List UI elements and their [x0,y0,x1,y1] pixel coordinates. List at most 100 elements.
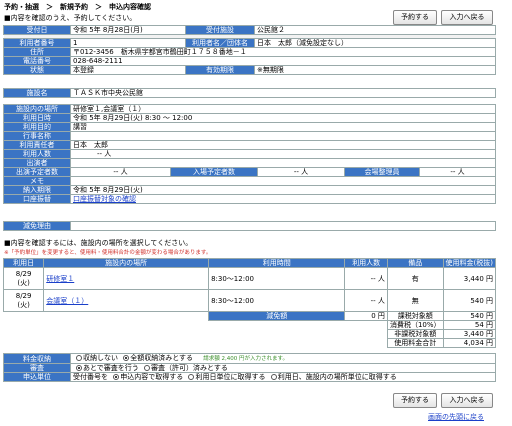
fee-row-people: -- 人 [344,267,388,290]
fee-header-date: 利用日 [2,258,45,268]
user-name-label: 利用者名／団体名 [185,38,255,48]
back-to-input-button-top[interactable]: 入力へ戻る [441,10,493,25]
payment-note: 請求額 2,400 円が入力されます。 [203,356,288,362]
unit-opt3-label: 利用日、施設内の場所単位に取得する [277,373,397,381]
applicant-summary-table: 受付日 令和 5年 8月28日(月) 受付施設 公民館２ 利用者番号 1 利用者… [3,25,496,75]
fee-row-date: 8/29 [15,291,32,300]
tax-value: 54 円 [442,320,497,330]
fee-row-people: -- 人 [344,289,388,312]
phone-label: 電話番号 [3,56,71,66]
fee-row-place-cell: 研修室１ [43,267,210,290]
account-cell: 口座振替対象の確認 [70,194,496,204]
memo-value [70,176,496,186]
fee-header-people: 利用人数 [344,258,388,268]
expiry-value: ※無期限 [254,65,496,75]
unit-opt1-label: 申込内容で取得する [120,373,184,381]
nontax-label: 非課税対象額 [386,329,444,339]
fee-row-dow: (火) [17,278,30,287]
total-value: 4,034 円 [442,338,497,348]
review-label: 審査 [3,363,71,373]
manager-label: 利用責任者 [3,140,71,150]
reserve-button-bottom[interactable]: 予約する [393,393,437,408]
fee-blank [4,321,388,330]
reduction-amount-value: 0 円 [344,311,388,321]
notes-line-1: ■内容を確認するには、施設内の場所を選択してください。 [4,239,193,247]
user-no-label: 利用者番号 [3,38,71,48]
fee-row-place-link[interactable]: 会議室（１） [46,297,88,305]
instruction-text: ■内容を確認のうえ、予約してください。 [4,14,137,22]
staff-label: 会場整理員 [344,167,420,177]
event-value [70,131,496,141]
address-label: 住所 [3,47,71,57]
payment-options: 収納しない 全額収納済みとする 請求額 2,400 円が入力されます。 [70,353,496,364]
fee-row: 8/29 (火) 研修室１ 8:30～12:00 -- 人 有 3,440 円 [2,267,497,290]
unit-radio-date[interactable] [188,374,195,380]
payment-opt1-label: 収納しない [83,354,118,363]
fee-row-date-cell: 8/29 (火) [2,267,45,290]
payment-label: 料金収納 [3,353,71,364]
user-name-value: 日本 太郎（減免設定なし） [254,38,496,48]
fee-blank [4,330,388,339]
fee-row-date-cell: 8/29 (火) [2,289,45,312]
fee-row-place-cell: 会議室（１） [43,289,210,312]
deposit-value: 令和 5年 8月29日(火) [70,185,496,195]
facility-name: ＴＡＳＫ市中央公民館 [70,88,496,98]
datetime-value: 令和 5年 8月29日(火) 8:30 ～ 12:00 [70,113,496,123]
fee-row-equip: 無 [386,289,444,312]
fee-row-fee: 540 円 [442,289,497,312]
staff-value: -- 人 [419,167,496,177]
purpose-value: 講習 [70,122,496,132]
unit-opt2-label: 利用日単位に取得する [195,373,266,381]
user-no-value: 1 [70,38,186,48]
unit-prefix: 受付番号を [73,373,108,381]
fee-row-place-link[interactable]: 研修室１ [46,275,74,283]
manager-value: 日本 太郎 [70,140,496,150]
payment-radio-full[interactable] [123,355,130,361]
phone-value: 028-648-2111 [70,56,496,66]
payment-radio-none[interactable] [76,355,82,361]
fee-row-time: 8:30～12:00 [208,289,346,312]
reduction-amount-label: 減免額 [208,311,346,321]
back-to-input-button-bottom[interactable]: 入力へ戻る [441,393,493,408]
memo-label: メモ [3,176,71,186]
visitors-label: 入場予定者数 [170,167,258,177]
taxable-value: 540 円 [442,311,497,321]
performer-count-label: 出演予定者数 [3,167,71,177]
place-value: 研修室１,会議室（１） [70,104,496,114]
performer-value [70,158,496,168]
address-value: 〒012-3456 栃木県宇都宮市鶴田町１７５８番地－１ [70,47,496,57]
reduction-value [70,221,496,231]
accept-facility-value: 公民館２ [254,25,496,35]
review-radio-approved[interactable] [144,365,151,371]
expiry-label: 有効期限 [185,65,255,75]
status-label: 状態 [3,65,71,75]
unit-radio-content[interactable] [113,374,120,380]
nontax-value: 3,440 円 [442,329,497,339]
tax-label: 消費税（10%） [386,320,444,330]
taxable-label: 課税対象額 [386,311,444,321]
event-label: 行事名称 [3,131,71,141]
page-top-link[interactable]: 画面の先頭に戻る [428,412,484,422]
purpose-label: 利用目的 [3,122,71,132]
review-radio-later[interactable] [76,365,82,371]
facility-table: 施設名 ＴＡＳＫ市中央公民館 [3,88,496,98]
notes-line-2: ※「予約単位」を変更すると、使用料・使用料合計の金額が変わる場合があります。 [4,250,212,256]
fee-row-date: 8/29 [15,269,32,278]
fee-header-place: 施設内の場所 [43,258,210,268]
accept-date-label: 受付日 [3,25,71,35]
unit-radio-date-place[interactable] [270,374,277,380]
payment-opt2-label: 全額収納済みとする [130,354,194,363]
datetime-label: 利用日時 [3,113,71,123]
account-transfer-link[interactable]: 口座振替対象の確認 [73,196,136,203]
place-label: 施設内の場所 [3,104,71,114]
review-options: あとで審査を行う 審査（許可）済みとする [70,363,496,373]
fee-row-fee: 3,440 円 [442,267,497,290]
visitors-value: -- 人 [257,167,345,177]
review-opt2-label: 審査（許可）済みとする [151,364,228,372]
fee-header-time: 利用時間 [208,258,346,268]
accept-facility-label: 受付施設 [185,25,255,35]
performer-count-value: -- 人 [70,167,171,177]
reserve-button-top[interactable]: 予約する [393,10,437,25]
facility-label: 施設名 [3,88,71,98]
total-label: 使用料金合計 [386,338,444,348]
